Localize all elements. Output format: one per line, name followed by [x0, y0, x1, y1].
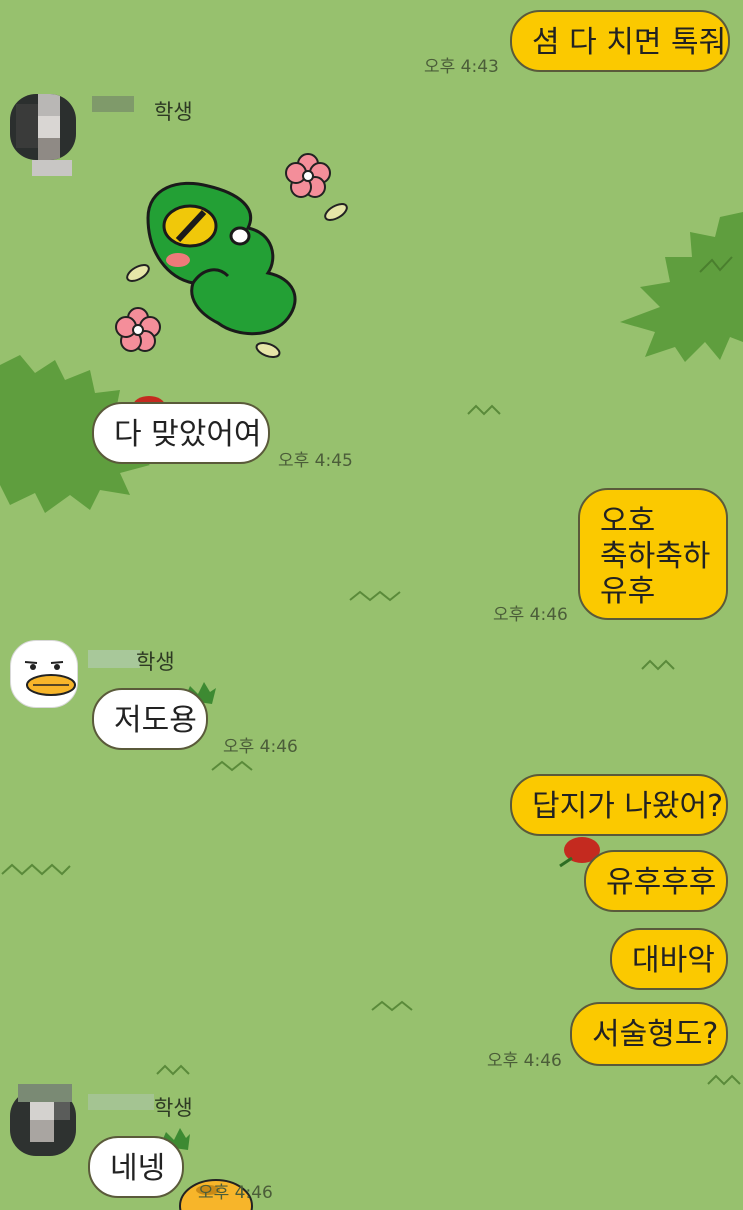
other-message-bubble[interactable]: 저도용	[92, 688, 208, 750]
message-line: 오호	[600, 504, 656, 539]
message-time: 오후 4:43	[424, 57, 499, 77]
my-message-bubble[interactable]: 유후후후	[584, 850, 728, 912]
duck-face-icon	[24, 661, 76, 696]
avatar[interactable]	[10, 640, 78, 708]
message-line: 축하축하	[600, 539, 711, 574]
sender-name: 학생	[136, 650, 175, 674]
my-message-bubble[interactable]: 답지가 나왔어?	[510, 774, 728, 836]
my-message-bubble[interactable]: 셤 다 치면 톡줘	[510, 10, 730, 72]
blurred-name	[92, 96, 134, 112]
message-time: 오후 4:46	[493, 605, 568, 625]
grass-tuft-icon	[467, 404, 501, 416]
message-line: 유후	[600, 574, 656, 609]
grass-tuft-icon	[156, 1064, 190, 1076]
my-message-bubble[interactable]: 서술형도?	[570, 1002, 728, 1066]
grass-tuft-icon	[371, 1000, 413, 1012]
avatar[interactable]	[10, 94, 76, 160]
my-message-bubble[interactable]: 오호 축하축하 유후	[578, 488, 728, 620]
blurred-name	[88, 1094, 154, 1110]
other-message-bubble[interactable]: 네넹	[88, 1136, 184, 1198]
other-message-bubble[interactable]: 다 맞았어여	[92, 402, 270, 464]
green-dinosaur-sticker[interactable]	[108, 148, 358, 360]
grass-tuft-icon	[641, 659, 675, 671]
bush-right-decoration	[620, 212, 743, 362]
grass-tuft-icon	[1, 863, 71, 876]
sender-name: 학생	[154, 1096, 193, 1120]
message-time: 오후 4:46	[198, 1183, 273, 1203]
blurred-name	[18, 1084, 72, 1102]
grass-tuft-icon	[211, 760, 253, 772]
grass-tuft-icon	[349, 590, 401, 602]
message-time: 오후 4:45	[278, 451, 353, 471]
sender-name: 학생	[154, 100, 193, 124]
blurred-name	[88, 650, 140, 668]
message-time: 오후 4:46	[487, 1051, 562, 1071]
message-time: 오후 4:46	[223, 737, 298, 757]
my-message-bubble[interactable]: 대바악	[610, 928, 728, 990]
grass-tuft-icon	[707, 1074, 741, 1086]
